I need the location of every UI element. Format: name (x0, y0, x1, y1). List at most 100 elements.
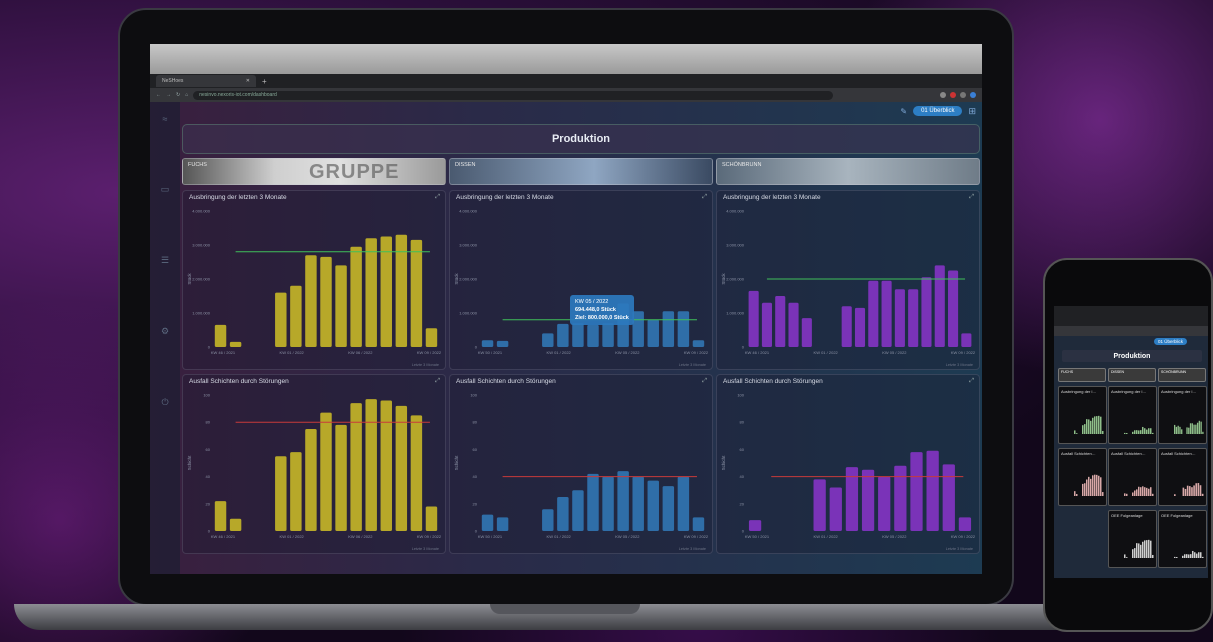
chart-bar[interactable] (365, 238, 377, 347)
chart-bar[interactable] (632, 476, 644, 531)
extension-icon[interactable] (960, 92, 966, 98)
chart-bar[interactable] (868, 280, 879, 347)
chart-bar[interactable] (910, 452, 923, 531)
chart-bar[interactable] (775, 296, 786, 347)
chart-bar[interactable] (305, 429, 317, 531)
chart-bar[interactable] (958, 517, 972, 531)
chart-bar[interactable] (617, 471, 629, 531)
chart-bar[interactable] (942, 464, 955, 531)
chart-bar[interactable] (926, 450, 939, 531)
phone-chart-card[interactable]: Ausbringung der l… (1158, 386, 1207, 444)
chart-bar[interactable] (229, 341, 242, 347)
layout-icon[interactable]: ⊞ (968, 106, 976, 117)
plant-header-schoenbrunn[interactable]: SCHÖNBRUNN (716, 158, 980, 185)
chart-bar[interactable] (878, 476, 891, 531)
chart-bar[interactable] (677, 311, 690, 347)
chart-bar[interactable] (214, 501, 227, 531)
chart-bar[interactable] (894, 289, 905, 347)
chart-bar[interactable] (894, 465, 907, 531)
overview-button[interactable]: 01 Überblick (913, 106, 963, 116)
chart-bar[interactable] (677, 476, 690, 531)
chart-bar[interactable] (542, 509, 554, 531)
chart-bar[interactable] (748, 290, 759, 347)
chart-bar[interactable] (395, 405, 408, 531)
chart-bar[interactable] (813, 479, 826, 531)
chart-bar[interactable] (496, 517, 509, 531)
chart-bar[interactable] (572, 490, 584, 531)
chart-bar[interactable] (425, 328, 438, 347)
chart-bar[interactable] (275, 292, 287, 347)
chart-bar[interactable] (542, 333, 554, 347)
phone-chart-card[interactable]: OEE Folgeanlage (1108, 510, 1157, 568)
chart-bar[interactable] (921, 277, 932, 347)
chart-bar[interactable] (647, 480, 659, 531)
close-icon[interactable]: ✕ (246, 78, 250, 84)
chart-bar[interactable] (692, 340, 705, 347)
chart-bar[interactable] (841, 306, 852, 347)
phone-plant-schoenbrunn[interactable]: SCHÖNBRUNN (1158, 368, 1206, 382)
forward-icon[interactable]: → (166, 92, 171, 98)
phone-plant-dissen[interactable]: DISSEN (1108, 368, 1156, 382)
new-tab-icon[interactable]: + (262, 77, 267, 86)
chart-bar[interactable] (496, 340, 509, 347)
chart-bar[interactable] (632, 311, 644, 347)
chart-bar[interactable] (275, 456, 287, 531)
chart-bar[interactable] (861, 469, 875, 531)
chart-bar[interactable] (481, 514, 494, 531)
chart-bar[interactable] (961, 333, 972, 347)
reload-icon[interactable]: ↻ (176, 92, 180, 98)
chart-bar[interactable] (214, 324, 227, 347)
phone-chart-card[interactable]: OEE Folgeanlage (1158, 510, 1207, 568)
chart-bar[interactable] (587, 473, 599, 531)
chart-bar[interactable] (425, 506, 438, 531)
chart-bar[interactable] (229, 518, 242, 531)
chart-bar[interactable] (788, 302, 799, 347)
chart-bar[interactable] (801, 318, 812, 347)
chart-bar[interactable] (350, 246, 362, 347)
extension-icon[interactable] (950, 92, 956, 98)
phone-chart-card[interactable]: Ausbringung der l… (1058, 386, 1107, 444)
phone-chart-card[interactable]: Ausfall Schichten… (1058, 448, 1107, 506)
extension-icon[interactable] (940, 92, 946, 98)
chart-bar[interactable] (692, 517, 705, 531)
chart-bar[interactable] (854, 307, 866, 347)
chart-bar[interactable] (881, 280, 892, 347)
url-field[interactable]: nesinvo.nexoris-iot.com/dashboard (193, 90, 834, 100)
chart-bar[interactable] (662, 311, 675, 347)
plant-header-fuchs[interactable]: FUCHS GRUPPE (182, 158, 446, 185)
browser-tab[interactable]: NeSHoes ✕ (156, 75, 256, 87)
chart-bar[interactable] (335, 424, 347, 531)
chart-bar[interactable] (908, 289, 919, 347)
chart-bar[interactable] (602, 323, 614, 347)
home-icon[interactable]: ⌂ (185, 92, 188, 98)
layers-icon[interactable]: ▭ (161, 184, 170, 195)
chart-bar[interactable] (380, 400, 392, 531)
phone-chart-card[interactable]: Ausfall Schichten… (1158, 448, 1207, 506)
phone-chart-card[interactable]: Ausbringung der l… (1108, 386, 1157, 444)
chart-bar[interactable] (481, 340, 494, 347)
chart-bar[interactable] (748, 520, 762, 531)
settings-icon[interactable]: ⚙ (161, 326, 169, 337)
chart-bar[interactable] (829, 487, 842, 531)
chart-bar[interactable] (948, 270, 959, 348)
chart-bar[interactable] (410, 239, 423, 347)
chart-bar[interactable] (365, 399, 377, 531)
chart-bar[interactable] (934, 265, 945, 347)
chart-bar[interactable] (557, 323, 569, 347)
phone-chart-card[interactable]: Ausfall Schichten… (1108, 448, 1157, 506)
chart-bar[interactable] (602, 476, 614, 531)
back-icon[interactable]: ← (156, 92, 161, 98)
chart-bar[interactable] (410, 415, 423, 531)
chart-bar[interactable] (761, 302, 772, 347)
chart-bar[interactable] (335, 265, 347, 347)
chart-bar[interactable] (557, 497, 569, 531)
profile-icon[interactable] (970, 92, 976, 98)
list-icon[interactable]: ☰ (161, 255, 169, 266)
chart-bar[interactable] (647, 319, 659, 347)
chart-bar[interactable] (572, 323, 584, 347)
chart-bar[interactable] (587, 324, 599, 347)
chart-bar[interactable] (320, 256, 332, 347)
phone-plant-fuchs[interactable]: FUCHS (1058, 368, 1106, 382)
chart-bar[interactable] (380, 236, 392, 348)
chart-bar[interactable] (662, 486, 675, 531)
